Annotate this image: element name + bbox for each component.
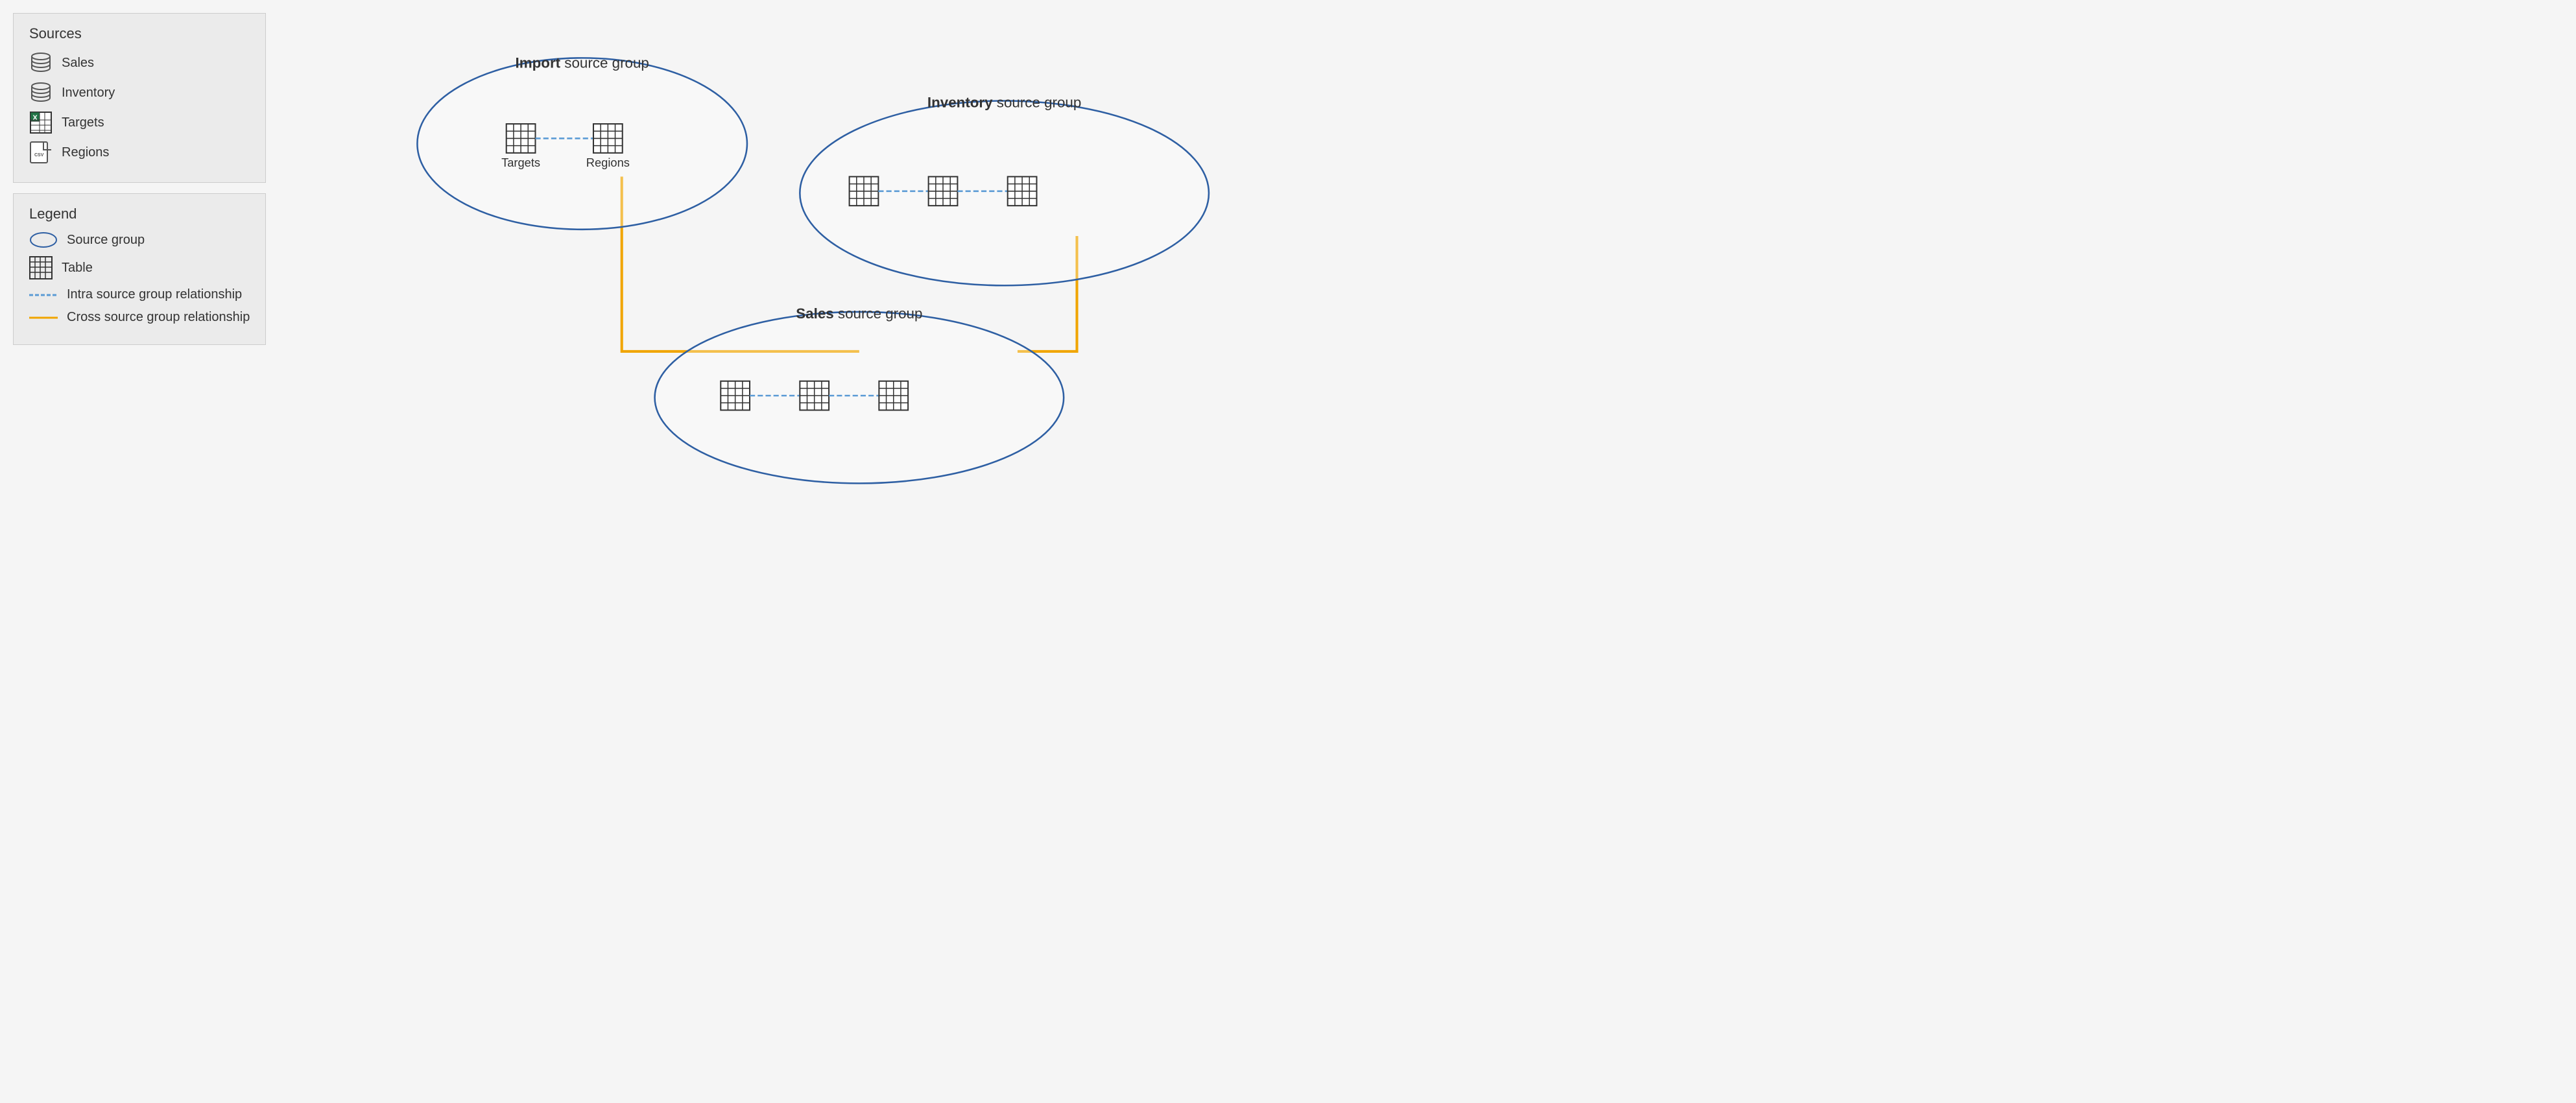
import-source-group: Import source group Targets [418, 55, 748, 230]
inventory-source-group: Inventory source group [800, 95, 1210, 286]
excel-icon-targets: X [29, 111, 53, 134]
source-label-regions: Regions [62, 145, 109, 160]
import-targets-table [507, 124, 536, 153]
source-item-inventory: Inventory [29, 81, 250, 104]
sales-source-group: Sales source group [655, 305, 1064, 483]
csv-icon-regions: CSV [29, 141, 53, 164]
svg-text:CSV: CSV [34, 153, 44, 158]
inventory-group-label: Inventory source group [927, 95, 1081, 111]
legend-label-intra: Intra source group relationship [67, 287, 242, 302]
legend-label-cross: Cross source group relationship [67, 310, 250, 325]
diagram-svg: Import source group Targets [285, 13, 1275, 538]
legend-item-cross: Cross source group relationship [29, 310, 250, 325]
left-panel: Sources Sales Inventory [13, 13, 266, 345]
import-regions-table [593, 124, 623, 153]
import-targets-label: Targets [501, 156, 540, 169]
sales-table-1 [721, 381, 750, 410]
inventory-table-1 [850, 176, 879, 206]
legend-label-source-group: Source group [67, 233, 145, 248]
legend-item-table: Table [29, 256, 250, 279]
gold-line-icon [29, 316, 58, 320]
source-item-sales: Sales [29, 51, 250, 75]
legend-item-intra: Intra source group relationship [29, 287, 250, 302]
inventory-table-2 [929, 176, 958, 206]
database-icon-sales [29, 51, 53, 75]
source-label-targets: Targets [62, 115, 104, 130]
database-icon-inventory [29, 81, 53, 104]
import-regions-label: Regions [586, 156, 630, 169]
diagram-area: Import source group Targets [285, 13, 1275, 538]
sources-title: Sources [29, 25, 250, 42]
legend-label-table: Table [62, 261, 93, 276]
blue-line-icon [29, 293, 58, 297]
svg-text:X: X [32, 114, 38, 122]
source-label-inventory: Inventory [62, 86, 115, 101]
sales-table-2 [800, 381, 829, 410]
source-label-sales: Sales [62, 56, 94, 71]
legend-item-source-group: Source group [29, 231, 250, 248]
legend-box: Legend Source group Table [13, 193, 266, 345]
sales-group-label: Sales source group [796, 305, 923, 322]
sources-box: Sources Sales Inventory [13, 13, 266, 183]
source-item-targets: X Targets [29, 111, 250, 134]
import-group-label: Import source group [516, 55, 649, 71]
sales-table-3 [879, 381, 909, 410]
table-icon-legend [29, 256, 53, 279]
legend-title: Legend [29, 206, 250, 222]
ellipse-icon [29, 231, 58, 248]
source-item-regions: CSV Regions [29, 141, 250, 164]
inventory-table-3 [1008, 176, 1037, 206]
